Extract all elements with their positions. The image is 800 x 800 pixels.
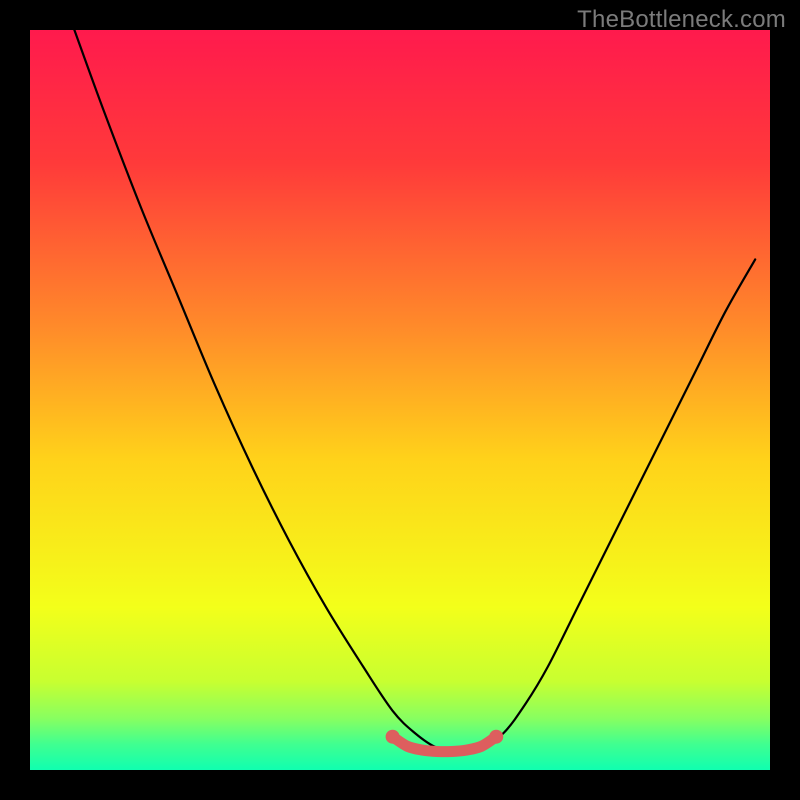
watermark-text: TheBottleneck.com — [577, 6, 786, 34]
gradient-background — [30, 30, 770, 770]
chart-frame: TheBottleneck.com — [0, 0, 800, 800]
chart-svg — [30, 30, 770, 770]
plot-area — [30, 30, 770, 770]
